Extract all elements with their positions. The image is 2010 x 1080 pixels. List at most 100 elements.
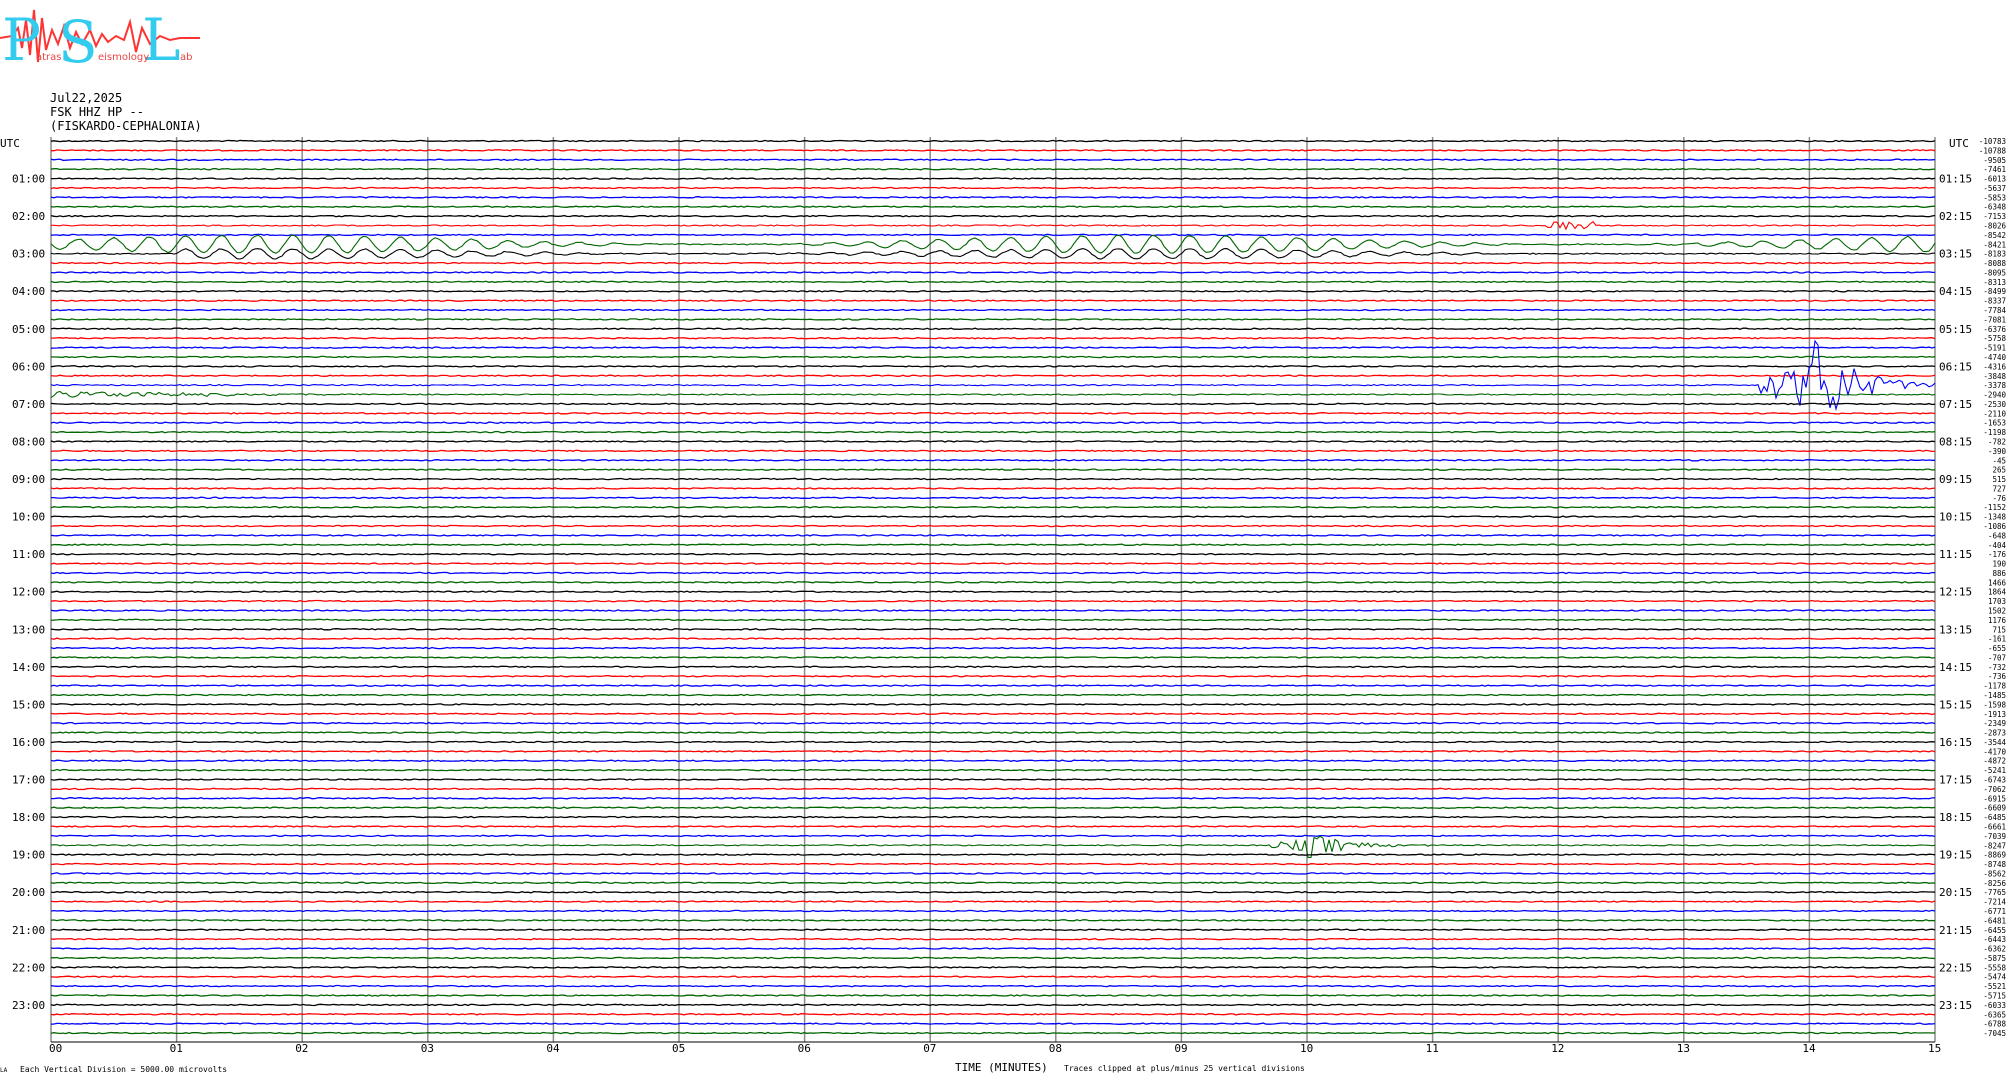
trace-line bbox=[50, 778, 1935, 781]
trace-offset-label: 715 bbox=[1992, 625, 2006, 634]
trace-line bbox=[51, 815, 1936, 819]
trace-line bbox=[50, 355, 1936, 359]
trace-line bbox=[50, 966, 1936, 969]
trace-line bbox=[51, 721, 1936, 725]
trace-offset-label: -1152 bbox=[1983, 503, 2006, 512]
trace-line bbox=[50, 693, 1936, 697]
trace-line bbox=[50, 318, 1936, 321]
trace-offset-label: -6362 bbox=[1983, 945, 2006, 954]
left-hour-label: 18:00 bbox=[12, 811, 45, 824]
trace-line bbox=[50, 750, 1936, 753]
trace-offset-label: 886 bbox=[1992, 569, 2006, 578]
trace-offset-label: -655 bbox=[1988, 644, 2006, 653]
right-axis-title: UTC bbox=[1949, 137, 1969, 150]
trace-offset-label: -7784 bbox=[1983, 306, 2006, 315]
trace-offset-label: -5474 bbox=[1983, 973, 2006, 982]
trace-offset-label: -6455 bbox=[1983, 926, 2006, 935]
trace-line bbox=[50, 806, 1936, 809]
trace-line bbox=[50, 1031, 1936, 1035]
left-hour-label: 15:00 bbox=[12, 698, 45, 711]
trace-line bbox=[50, 524, 1936, 528]
trace-offset-label: 1502 bbox=[1988, 607, 2006, 616]
left-hour-label: 04:00 bbox=[12, 285, 45, 298]
trace-line bbox=[50, 900, 1936, 903]
trace-offset-label: -3544 bbox=[1983, 738, 2006, 747]
x-tick-04: 04 bbox=[546, 1042, 560, 1055]
trace-offset-label: -6013 bbox=[1983, 175, 2006, 184]
trace-offset-label: -8313 bbox=[1983, 278, 2006, 287]
trace-offset-label: -3378 bbox=[1983, 381, 2006, 390]
trace-line bbox=[50, 712, 1936, 716]
right-hour-label: 12:15 bbox=[1939, 586, 1972, 599]
x-tick-15: 15 bbox=[1928, 1042, 1941, 1055]
trace-offset-label: -390 bbox=[1988, 447, 2007, 456]
trace-offset-label: -4740 bbox=[1983, 353, 2006, 362]
trace-offset-label: -6485 bbox=[1983, 813, 2006, 822]
trace-offset-label: -8869 bbox=[1983, 851, 2006, 860]
trace-offset-label: -8256 bbox=[1983, 879, 2006, 888]
trace-line bbox=[50, 646, 1936, 650]
right-hour-label: 07:15 bbox=[1939, 398, 1972, 411]
trace-offset-label: -7081 bbox=[1983, 315, 2006, 324]
trace-offset-label: -7062 bbox=[1983, 785, 2006, 794]
left-hour-label: 17:00 bbox=[12, 774, 45, 787]
trace-line bbox=[51, 336, 1936, 340]
trace-line bbox=[50, 214, 1936, 218]
right-hour-label: 03:15 bbox=[1939, 248, 1972, 261]
x-tick-02: 02 bbox=[295, 1042, 308, 1055]
trace-offset-label: -6376 bbox=[1983, 325, 2006, 334]
left-hour-label: 03:00 bbox=[12, 248, 45, 261]
trace-offset-label: -6348 bbox=[1983, 203, 2006, 212]
trace-line bbox=[50, 339, 1936, 412]
scale-prefix: LA bbox=[0, 1067, 8, 1074]
trace-line bbox=[50, 853, 1936, 856]
trace-line bbox=[50, 515, 1936, 518]
trace-offset-label: -7045 bbox=[1983, 1029, 2006, 1038]
trace-line bbox=[50, 890, 1936, 894]
left-hour-label: 09:00 bbox=[12, 473, 45, 486]
trace-line bbox=[50, 271, 1936, 274]
right-hour-label: 02:15 bbox=[1939, 210, 1972, 223]
left-hour-label: 21:00 bbox=[12, 924, 45, 937]
helicorder-plot: UTC UTC LA Each Vertical Division = 5000… bbox=[0, 137, 2007, 1074]
trace-line bbox=[50, 308, 1936, 312]
trace-offset-label: -7461 bbox=[1983, 165, 2006, 174]
trace-line bbox=[50, 421, 1936, 424]
trace-line bbox=[50, 440, 1936, 443]
right-hour-label: 13:15 bbox=[1939, 623, 1972, 636]
x-tick-06: 06 bbox=[798, 1042, 811, 1055]
trace-line bbox=[50, 167, 1936, 171]
trace-line bbox=[50, 994, 1936, 997]
seismogram-traces bbox=[50, 139, 1936, 1035]
trace-line bbox=[50, 684, 1936, 687]
clip-note: Traces clipped at plus/minus 25 vertical… bbox=[1064, 1064, 1305, 1073]
trace-line bbox=[50, 346, 1936, 349]
left-hour-label: 14:00 bbox=[12, 661, 45, 674]
trace-line bbox=[50, 534, 1936, 537]
trace-line bbox=[50, 881, 1936, 885]
trace-offset-label: -7214 bbox=[1983, 898, 2006, 907]
trace-line bbox=[50, 505, 1936, 509]
trace-offset-label: -2349 bbox=[1983, 719, 2006, 728]
trace-line bbox=[51, 496, 1936, 500]
trace-line bbox=[50, 703, 1936, 706]
trace-offset-label: -8247 bbox=[1983, 841, 2006, 850]
x-tick-09: 09 bbox=[1174, 1042, 1187, 1055]
trace-line bbox=[50, 975, 1936, 978]
trace-line bbox=[50, 543, 1936, 547]
trace-offset-label: -1485 bbox=[1983, 691, 2006, 700]
x-tick-10: 10 bbox=[1300, 1042, 1313, 1055]
left-hour-label: 20:00 bbox=[12, 886, 45, 899]
x-tick-05: 05 bbox=[672, 1042, 685, 1055]
trace-offset-label: -1348 bbox=[1983, 513, 2006, 522]
trace-line bbox=[50, 430, 1936, 434]
trace-line bbox=[50, 186, 1936, 190]
scale-note: Each Vertical Division = 5000.00 microvo… bbox=[20, 1065, 227, 1074]
trace-line bbox=[50, 740, 1936, 744]
trace-line bbox=[50, 984, 1936, 988]
right-hour-label: 21:15 bbox=[1939, 924, 1972, 937]
x-tick-03: 03 bbox=[421, 1042, 434, 1055]
trace-line bbox=[50, 571, 1936, 575]
trace-line bbox=[50, 618, 1936, 622]
trace-line bbox=[50, 590, 1936, 593]
